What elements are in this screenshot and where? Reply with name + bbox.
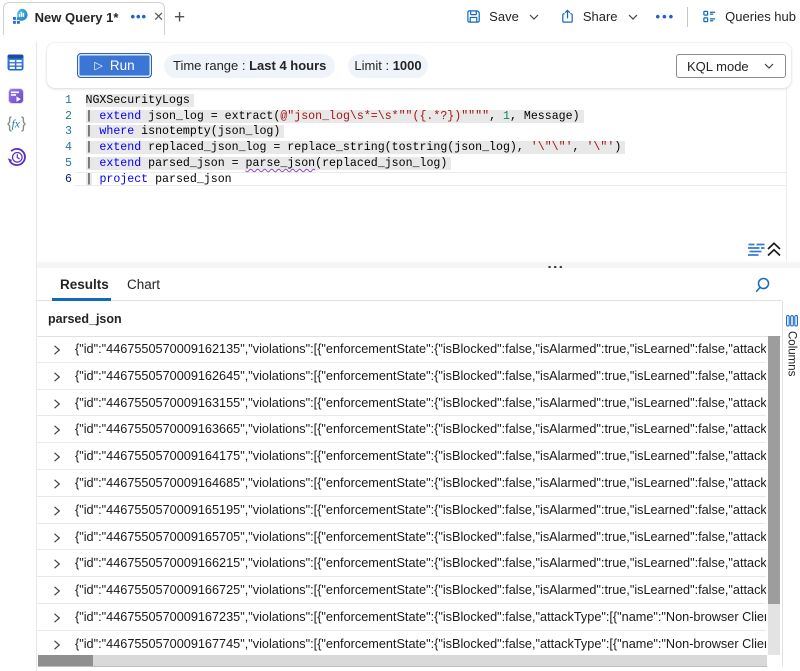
svg-text:fx: fx [12,119,21,131]
